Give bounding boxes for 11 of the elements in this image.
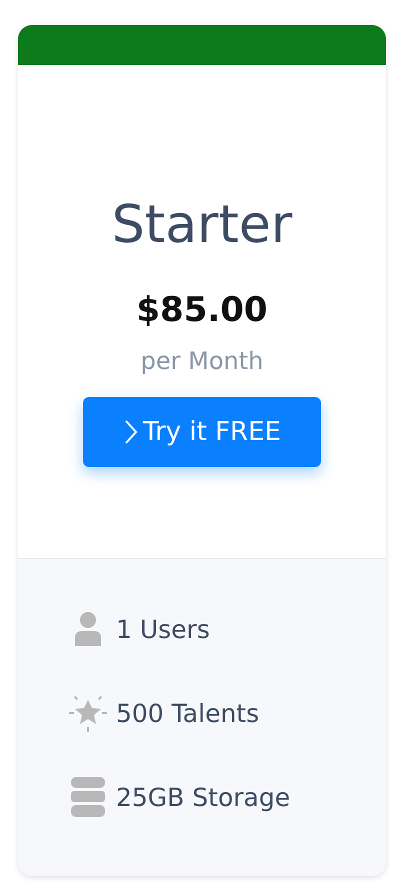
plan-price: $85.00 [136, 293, 268, 327]
plan-name: Starter [112, 199, 292, 251]
feature-label: 25GB Storage [116, 782, 290, 812]
feature-label: 500 Talents [116, 698, 260, 728]
try-free-button[interactable]: Try it FREE [83, 397, 321, 467]
feature-label: 1 Users [116, 614, 210, 644]
star-burst-icon [68, 693, 108, 733]
billing-period: per Month [140, 349, 264, 373]
chevron-icon [123, 419, 140, 445]
database-icon [71, 777, 105, 817]
user-icon [74, 611, 102, 647]
